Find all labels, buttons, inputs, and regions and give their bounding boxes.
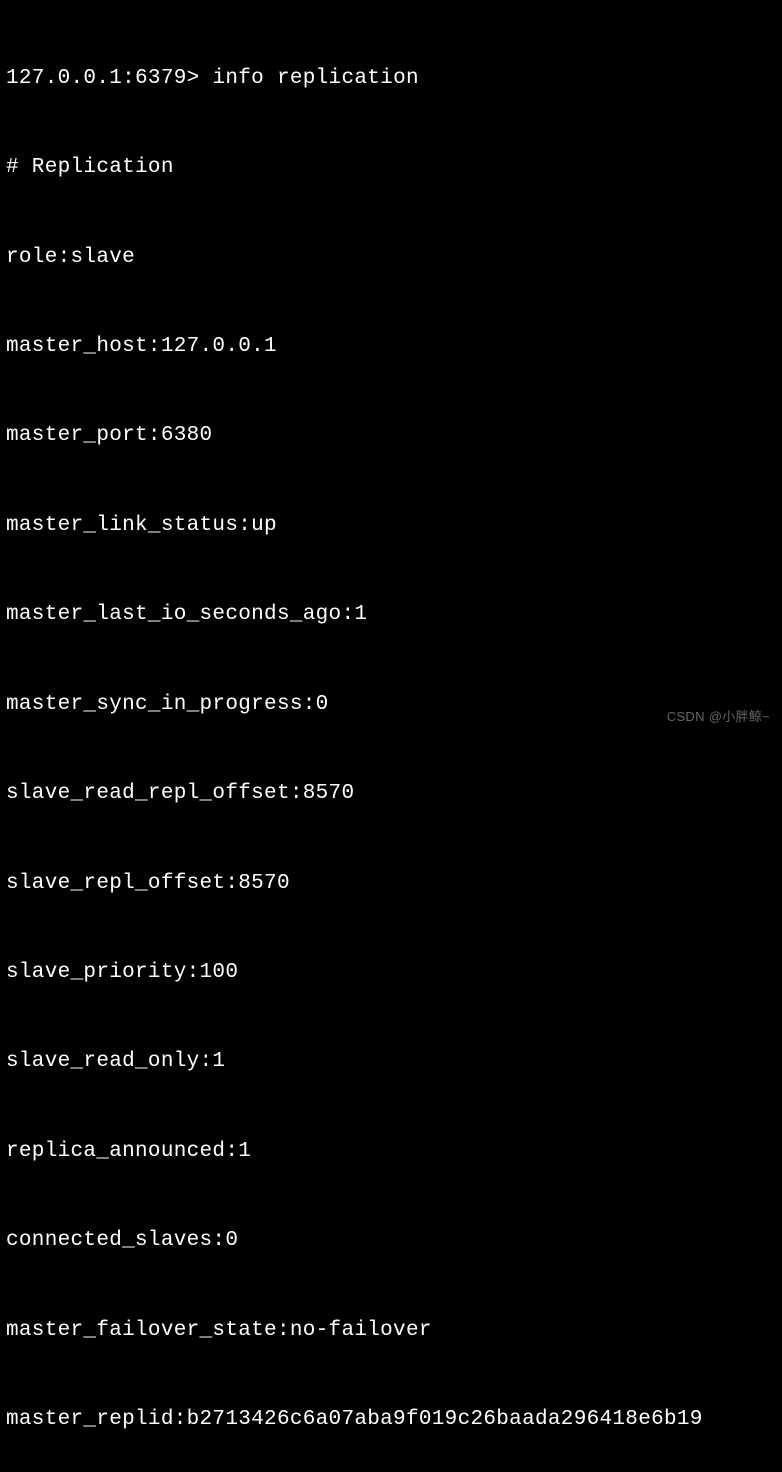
output-line: master_failover_state:no-failover xyxy=(6,1316,776,1346)
output-line: slave_repl_offset:8570 xyxy=(6,869,776,899)
output-line: master_sync_in_progress:0 xyxy=(6,690,776,720)
prompt: 127.0.0.1:6379> xyxy=(6,67,200,90)
command-text: info replication xyxy=(212,67,418,90)
output-line: slave_read_repl_offset:8570 xyxy=(6,779,776,809)
output-line: master_link_status:up xyxy=(6,511,776,541)
output-line: master_replid:b2713426c6a07aba9f019c26ba… xyxy=(6,1405,776,1435)
command-line: 127.0.0.1:6379> info replication xyxy=(6,64,776,94)
output-line: role:slave xyxy=(6,243,776,273)
output-line: master_last_io_seconds_ago:1 xyxy=(6,600,776,630)
output-line: slave_read_only:1 xyxy=(6,1047,776,1077)
output-line: master_host:127.0.0.1 xyxy=(6,332,776,362)
output-line: master_port:6380 xyxy=(6,421,776,451)
output-line: replica_announced:1 xyxy=(6,1137,776,1167)
output-line: slave_priority:100 xyxy=(6,958,776,988)
terminal-output[interactable]: 127.0.0.1:6379> info replication # Repli… xyxy=(6,4,776,1472)
replication-header: # Replication xyxy=(6,153,776,183)
watermark: CSDN @小胖鲸~ xyxy=(667,708,770,726)
output-line: connected_slaves:0 xyxy=(6,1226,776,1256)
